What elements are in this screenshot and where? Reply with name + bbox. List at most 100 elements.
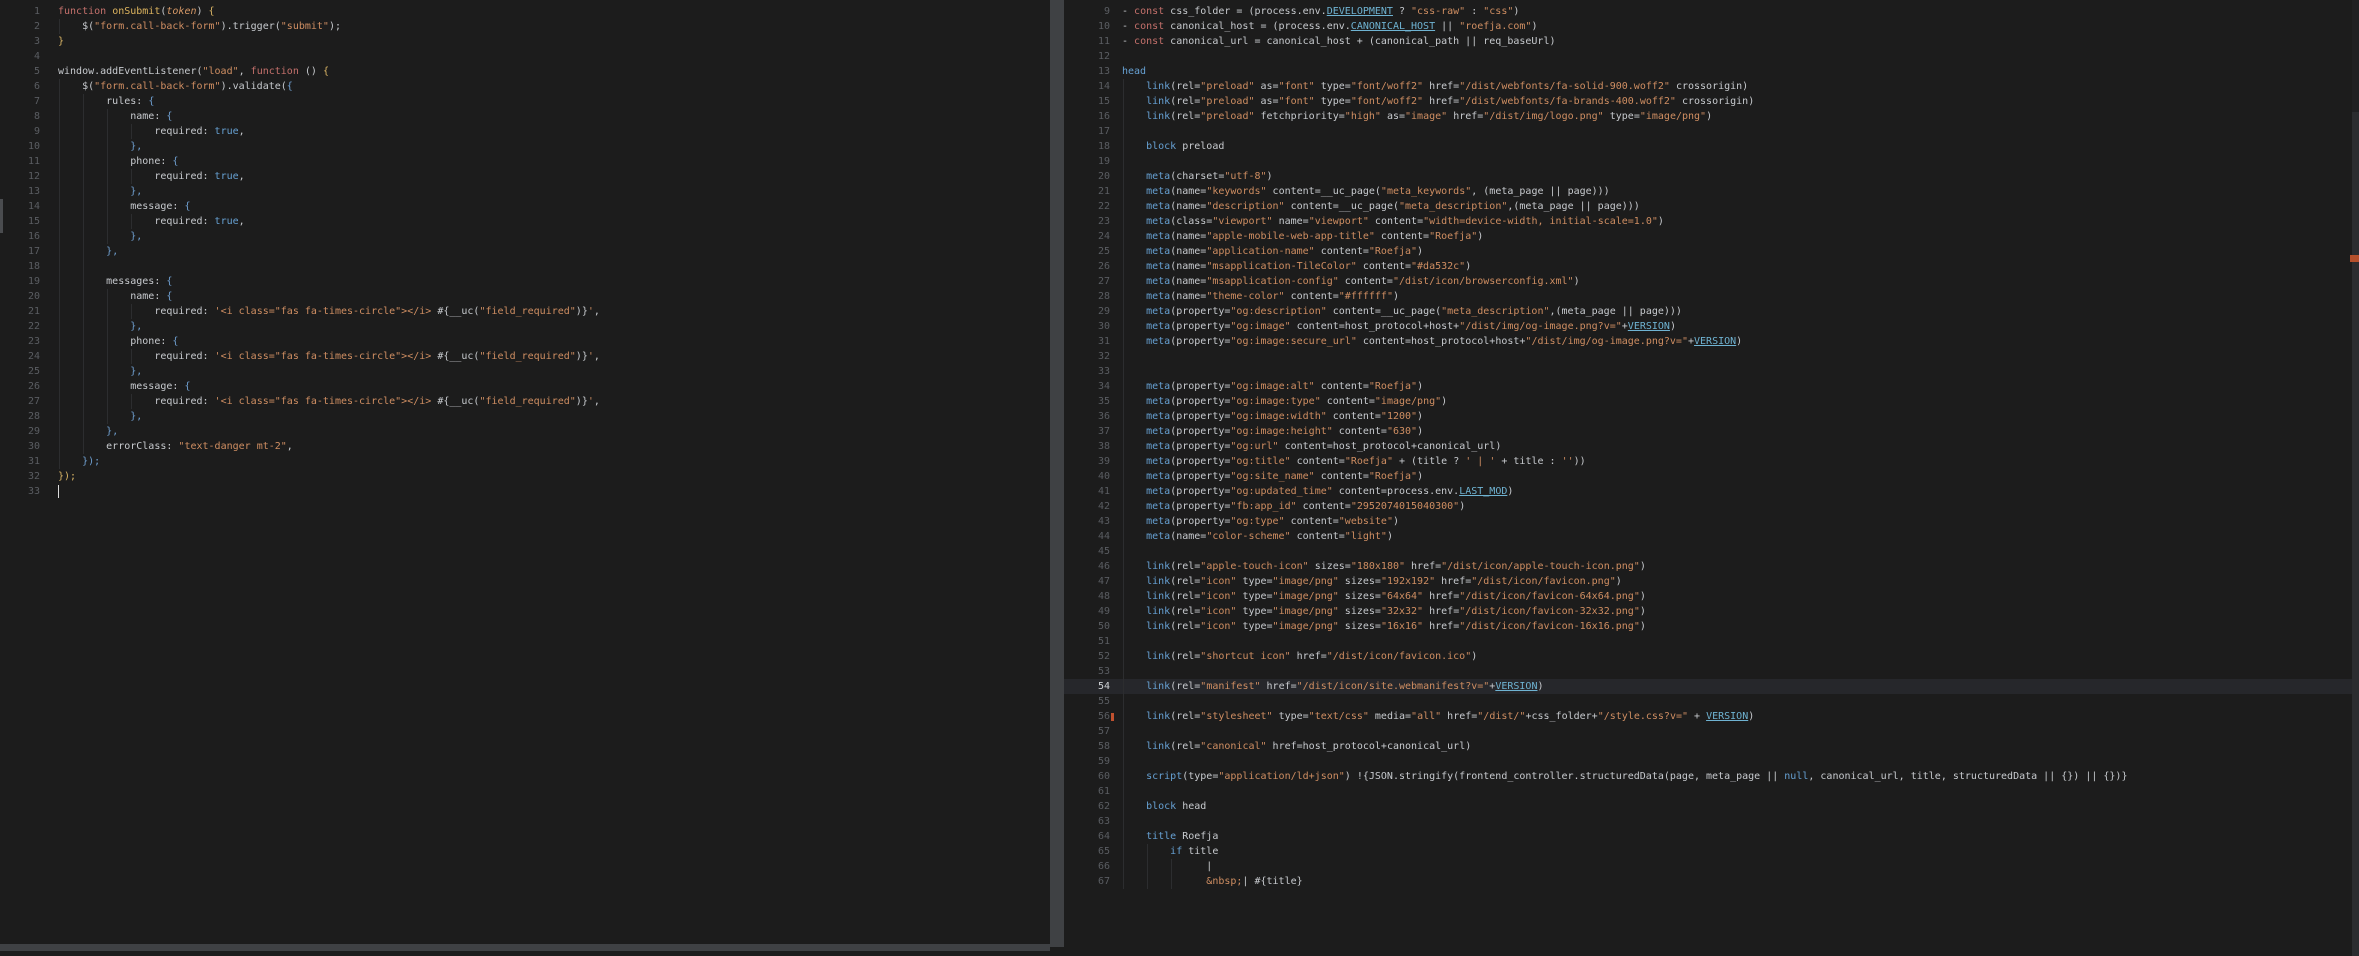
code-line[interactable]: 40 meta(property="og:site_name" content=… xyxy=(1064,469,2352,484)
code-line[interactable]: 41 meta(property="og:updated_time" conte… xyxy=(1064,484,2352,499)
code-line[interactable]: 29 }, xyxy=(0,424,1050,439)
code-line[interactable]: 48 link(rel="icon" type="image/png" size… xyxy=(1064,589,2352,604)
code-line[interactable]: 14 message: { xyxy=(0,199,1050,214)
code-line[interactable]: 23 meta(class="viewport" name="viewport"… xyxy=(1064,214,2352,229)
code-line[interactable]: 42 meta(property="fb:app_id" content="29… xyxy=(1064,499,2352,514)
code-line[interactable]: 18 block preload xyxy=(1064,139,2352,154)
code-line[interactable]: 30 errorClass: "text-danger mt-2", xyxy=(0,439,1050,454)
code-line[interactable]: 15 link(rel="preload" as="font" type="fo… xyxy=(1064,94,2352,109)
vertical-scrollbar-thumb[interactable] xyxy=(2352,112,2359,956)
code-line[interactable]: 13 }, xyxy=(0,184,1050,199)
code-line[interactable]: 34 meta(property="og:image:alt" content=… xyxy=(1064,379,2352,394)
code-line[interactable]: 62 block head xyxy=(1064,799,2352,814)
code-line[interactable]: 18 xyxy=(0,259,1050,274)
code-line[interactable]: 6 $("form.call-back-form").validate({ xyxy=(0,79,1050,94)
code-line[interactable]: 23 phone: { xyxy=(0,334,1050,349)
code-line[interactable]: 39 meta(property="og:title" content="Roe… xyxy=(1064,454,2352,469)
code-line[interactable]: 4 xyxy=(0,49,1050,64)
code-line[interactable]: 9- const css_folder = (process.env.DEVEL… xyxy=(1064,4,2352,19)
code-line[interactable]: 46 link(rel="apple-touch-icon" sizes="18… xyxy=(1064,559,2352,574)
editor-pane-javascript[interactable]: 1function onSubmit(token) {2 $("form.cal… xyxy=(0,0,1050,956)
code-line[interactable]: 31 }); xyxy=(0,454,1050,469)
code-line[interactable]: 47 link(rel="icon" type="image/png" size… xyxy=(1064,574,2352,589)
code-text: meta(class="viewport" name="viewport" co… xyxy=(1122,214,2352,229)
code-line[interactable]: 29 meta(property="og:description" conten… xyxy=(1064,304,2352,319)
code-line[interactable]: 49 link(rel="icon" type="image/png" size… xyxy=(1064,604,2352,619)
code-line[interactable]: 51 xyxy=(1064,634,2352,649)
code-line[interactable]: 17 xyxy=(1064,124,2352,139)
code-line[interactable]: 52 link(rel="shortcut icon" href="/dist/… xyxy=(1064,649,2352,664)
code-line[interactable]: 54 link(rel="manifest" href="/dist/icon/… xyxy=(1064,679,2352,694)
code-line[interactable]: 14 link(rel="preload" as="font" type="fo… xyxy=(1064,79,2352,94)
code-line[interactable]: 32}); xyxy=(0,469,1050,484)
code-line[interactable]: 19 xyxy=(1064,154,2352,169)
code-line[interactable]: 10- const canonical_host = (process.env.… xyxy=(1064,19,2352,34)
code-line[interactable]: 16 }, xyxy=(0,229,1050,244)
code-line[interactable]: 11- const canonical_url = canonical_host… xyxy=(1064,34,2352,49)
code-line[interactable]: 28 meta(name="theme-color" content="#fff… xyxy=(1064,289,2352,304)
code-line[interactable]: 57 xyxy=(1064,724,2352,739)
code-line[interactable]: 8 name: { xyxy=(0,109,1050,124)
code-line[interactable]: 35 meta(property="og:image:type" content… xyxy=(1064,394,2352,409)
code-line[interactable]: 20 meta(charset="utf-8") xyxy=(1064,169,2352,184)
code-line[interactable]: 24 required: '<i class="fas fa-times-cir… xyxy=(0,349,1050,364)
code-line[interactable]: 64 title Roefja xyxy=(1064,829,2352,844)
code-line[interactable]: 13head xyxy=(1064,64,2352,79)
code-line[interactable]: 7 rules: { xyxy=(0,94,1050,109)
code-line[interactable]: 45 xyxy=(1064,544,2352,559)
code-line[interactable]: 11 phone: { xyxy=(0,154,1050,169)
code-line[interactable]: 53 xyxy=(1064,664,2352,679)
code-line[interactable]: 9 required: true, xyxy=(0,124,1050,139)
code-line[interactable]: 21 meta(name="keywords" content=__uc_pag… xyxy=(1064,184,2352,199)
code-line[interactable]: 27 required: '<i class="fas fa-times-cir… xyxy=(0,394,1050,409)
code-line[interactable]: 25 }, xyxy=(0,364,1050,379)
code-line[interactable]: 12 xyxy=(1064,49,2352,64)
code-line[interactable]: 44 meta(name="color-scheme" content="lig… xyxy=(1064,529,2352,544)
code-line[interactable]: 26 meta(name="msapplication-TileColor" c… xyxy=(1064,259,2352,274)
code-line[interactable]: 56 link(rel="stylesheet" type="text/css"… xyxy=(1064,709,2352,724)
code-line[interactable]: 36 meta(property="og:image:width" conten… xyxy=(1064,409,2352,424)
code-line[interactable]: 1function onSubmit(token) { xyxy=(0,4,1050,19)
code-line[interactable]: 67 &nbsp;| #{title} xyxy=(1064,874,2352,889)
code-line[interactable]: 22 meta(name="description" content=__uc_… xyxy=(1064,199,2352,214)
vertical-scrollbar[interactable] xyxy=(2352,0,2359,956)
editor-pane-pug[interactable]: 9- const css_folder = (process.env.DEVEL… xyxy=(1064,0,2352,956)
code-line[interactable]: 19 messages: { xyxy=(0,274,1050,289)
code-line[interactable]: 66 | xyxy=(1064,859,2352,874)
code-line[interactable]: 15 required: true, xyxy=(0,214,1050,229)
code-line[interactable]: 31 meta(property="og:image:secure_url" c… xyxy=(1064,334,2352,349)
code-line[interactable]: 43 meta(property="og:type" content="webs… xyxy=(1064,514,2352,529)
code-line[interactable]: 17 }, xyxy=(0,244,1050,259)
code-line[interactable]: 32 xyxy=(1064,349,2352,364)
code-line[interactable]: 3} xyxy=(0,34,1050,49)
code-line[interactable]: 27 meta(name="msapplication-config" cont… xyxy=(1064,274,2352,289)
code-line[interactable]: 16 link(rel="preload" fetchpriority="hig… xyxy=(1064,109,2352,124)
code-line[interactable]: 30 meta(property="og:image" content=host… xyxy=(1064,319,2352,334)
code-line[interactable]: 38 meta(property="og:url" content=host_p… xyxy=(1064,439,2352,454)
code-line[interactable]: 5window.addEventListener("load", functio… xyxy=(0,64,1050,79)
horizontal-scrollbar-thumb[interactable] xyxy=(0,944,1050,951)
horizontal-scrollbar[interactable] xyxy=(0,944,1050,953)
code-line[interactable]: 55 xyxy=(1064,694,2352,709)
code-line[interactable]: 25 meta(name="application-name" content=… xyxy=(1064,244,2352,259)
code-line[interactable]: 33 xyxy=(0,484,1050,499)
code-line[interactable]: 22 }, xyxy=(0,319,1050,334)
code-line[interactable]: 61 xyxy=(1064,784,2352,799)
code-line[interactable]: 37 meta(property="og:image:height" conte… xyxy=(1064,424,2352,439)
code-line[interactable]: 10 }, xyxy=(0,139,1050,154)
code-line[interactable]: 28 }, xyxy=(0,409,1050,424)
code-line[interactable]: 24 meta(name="apple-mobile-web-app-title… xyxy=(1064,229,2352,244)
code-line[interactable]: 65 if title xyxy=(1064,844,2352,859)
pane-divider-scrollbar[interactable] xyxy=(1050,0,1064,947)
code-line[interactable]: 21 required: '<i class="fas fa-times-cir… xyxy=(0,304,1050,319)
code-line[interactable]: 60 script(type="application/ld+json") !{… xyxy=(1064,769,2352,784)
code-line[interactable]: 63 xyxy=(1064,814,2352,829)
code-line[interactable]: 58 link(rel="canonical" href=host_protoc… xyxy=(1064,739,2352,754)
code-line[interactable]: 12 required: true, xyxy=(0,169,1050,184)
code-line[interactable]: 20 name: { xyxy=(0,289,1050,304)
code-line[interactable]: 50 link(rel="icon" type="image/png" size… xyxy=(1064,619,2352,634)
code-line[interactable]: 59 xyxy=(1064,754,2352,769)
code-line[interactable]: 26 message: { xyxy=(0,379,1050,394)
code-line[interactable]: 33 xyxy=(1064,364,2352,379)
code-line[interactable]: 2 $("form.call-back-form").trigger("subm… xyxy=(0,19,1050,34)
